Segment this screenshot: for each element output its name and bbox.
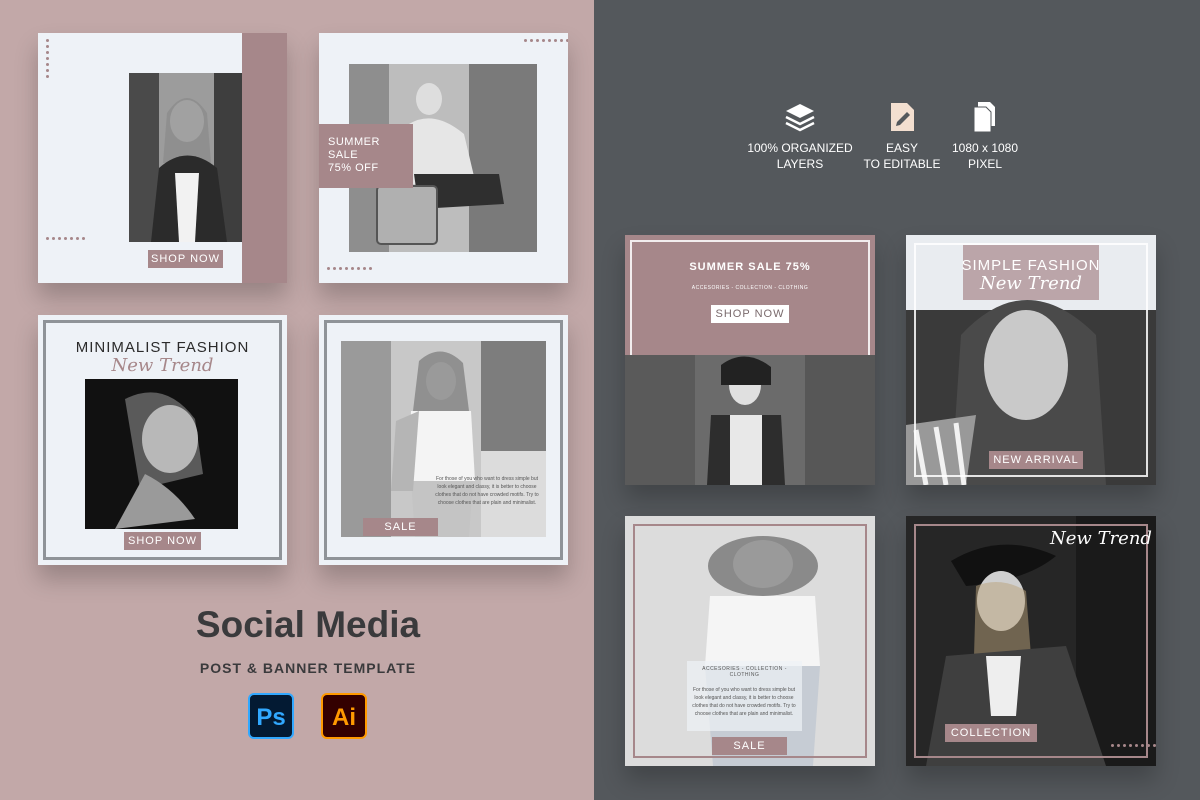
template-card-2: SUMMER SALE 75% OFF bbox=[319, 33, 568, 283]
sale-line-2: SALE bbox=[328, 149, 359, 161]
template-card-6: SIMPLE FASHION New Trend NEW ARRIVAL bbox=[906, 235, 1156, 485]
feature-line-2: PIXEL bbox=[967, 157, 1003, 171]
card-headline: SIMPLE FASHION bbox=[961, 257, 1101, 274]
decorative-dots bbox=[1111, 744, 1156, 747]
decorative-dots bbox=[327, 267, 372, 270]
card-script-text: New Trend bbox=[111, 355, 214, 376]
card-headline: MINIMALIST FASHION bbox=[75, 339, 250, 356]
template-card-5: SUMMER SALE 75% ACCESORIES - COLLECTION … bbox=[625, 235, 875, 485]
decorative-dots bbox=[46, 237, 85, 240]
decorative-dots bbox=[524, 39, 568, 42]
feature-line-2: TO EDITABLE bbox=[863, 157, 941, 171]
feature-list: 100% ORGANIZED LAYERS EASY TO EDITABLE 1… bbox=[740, 100, 1040, 180]
template-card-4: For those of you who want to dress simpl… bbox=[319, 315, 568, 565]
accent-block bbox=[242, 33, 287, 283]
feature-line-1: 100% ORGANIZED bbox=[747, 141, 853, 155]
template-card-8: New Trend COLLECTION bbox=[906, 516, 1156, 766]
card-script-text: New Trend bbox=[980, 273, 1082, 294]
document-icon bbox=[968, 100, 1002, 134]
template-card-7: ACCESORIES - COLLECTION - CLOTHING For t… bbox=[625, 516, 875, 766]
template-card-3: MINIMALIST FASHION New Trend SHOP NOW bbox=[38, 315, 287, 565]
fashion-photo bbox=[85, 379, 238, 529]
card-tagline: ACCESORIES - COLLECTION - CLOTHING bbox=[702, 666, 787, 678]
edit-file-icon bbox=[885, 100, 919, 134]
decorative-dots bbox=[46, 39, 49, 78]
shop-now-button[interactable]: SHOP NOW bbox=[711, 305, 789, 323]
collection-button[interactable]: COLLECTION bbox=[945, 724, 1037, 742]
fashion-photo bbox=[341, 341, 546, 537]
feature-layers: 100% ORGANIZED LAYERS bbox=[740, 100, 860, 172]
sale-text: SUMMER SALE 75% OFF bbox=[328, 136, 380, 175]
sale-button[interactable]: SALE bbox=[363, 518, 438, 536]
card-body-text: For those of you who want to dress simpl… bbox=[692, 687, 796, 717]
shop-now-button[interactable]: SHOP NOW bbox=[124, 532, 201, 550]
card-tagline: ACCESORIES - COLLECTION - CLOTHING bbox=[691, 285, 809, 291]
feature-line-2: LAYERS bbox=[776, 157, 824, 171]
feature-line-1: 1080 x 1080 bbox=[951, 141, 1019, 155]
feature-line-1: EASY bbox=[885, 141, 918, 155]
fashion-photo bbox=[129, 73, 242, 242]
feature-editable: EASY TO EDITABLE bbox=[852, 100, 952, 172]
card-frame bbox=[914, 524, 1148, 758]
feature-size: 1080 x 1080 PIXEL bbox=[940, 100, 1030, 172]
illustrator-icon: Ai bbox=[321, 693, 367, 739]
card-headline: SUMMER SALE 75% bbox=[689, 261, 811, 273]
shop-now-button[interactable]: SHOP NOW bbox=[148, 250, 223, 268]
card-body-text: For those of you who want to dress simpl… bbox=[435, 476, 539, 506]
template-card-1: SHOP NOW bbox=[38, 33, 287, 283]
card-script-text: New Trend bbox=[1050, 528, 1152, 549]
photoshop-icon: Ps bbox=[248, 693, 294, 739]
sale-line-3: 75% OFF bbox=[328, 162, 379, 174]
sale-button[interactable]: SALE bbox=[712, 737, 787, 755]
layers-icon bbox=[783, 100, 817, 134]
new-arrival-button[interactable]: NEW ARRIVAL bbox=[989, 451, 1083, 469]
fashion-photo bbox=[625, 355, 875, 485]
page-subtitle: POST & BANNER TEMPLATE bbox=[199, 660, 417, 676]
sale-line-1: SUMMER bbox=[328, 136, 380, 148]
page-title: Social Media bbox=[195, 604, 421, 645]
